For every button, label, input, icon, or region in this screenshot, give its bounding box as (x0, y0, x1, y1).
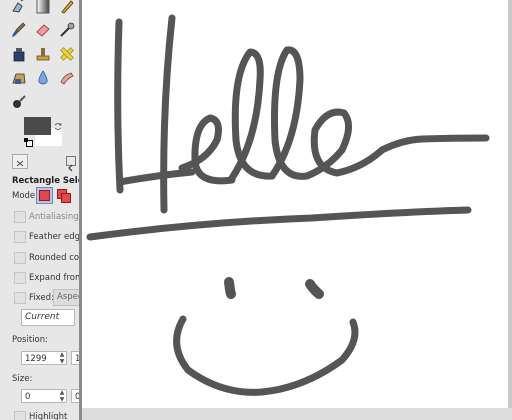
foreground-color-swatch[interactable] (24, 117, 51, 135)
antialiasing-label: Antialiasing (29, 212, 79, 222)
dodge-burn-icon[interactable] (9, 92, 29, 112)
letter-h-left-stroke (114, 18, 124, 194)
letter-l2 (268, 46, 311, 180)
smiley-mouth (173, 315, 359, 396)
clone-icon[interactable] (33, 44, 53, 64)
feather-edges-checkbox[interactable] (14, 231, 26, 243)
vertical-scrollbar[interactable] (508, 0, 512, 408)
underline (86, 206, 472, 241)
blur-icon[interactable] (33, 68, 53, 88)
smiley-right-eye (305, 279, 324, 299)
fixed-label: Fixed: (29, 293, 54, 303)
letter-h-right-stroke (160, 14, 176, 214)
expand-from-center-label: Expand from center (29, 273, 79, 283)
letter-l1 (228, 48, 276, 182)
letter-o (303, 108, 490, 180)
airbrush-icon[interactable] (57, 20, 77, 40)
smiley-left-eye (224, 277, 236, 299)
position-x-spin-arrows[interactable]: ▲ ▼ (58, 351, 66, 365)
letter-h-crossbar (116, 168, 196, 186)
fixed-checkbox[interactable] (14, 292, 26, 304)
canvas-area[interactable] (82, 0, 512, 420)
swap-colors-icon[interactable] (54, 116, 63, 130)
position-y-field[interactable]: 1 (71, 351, 79, 365)
rounded-corners-checkbox[interactable] (14, 252, 26, 264)
panel-menu-icon[interactable] (66, 156, 76, 172)
hello-drawing (86, 14, 490, 396)
paintbrush-icon[interactable] (9, 20, 29, 40)
toolbox-panel: Rectangle Select Mode: Antialiasing Feat… (0, 0, 79, 420)
ink-icon[interactable] (9, 44, 29, 64)
image-canvas[interactable] (82, 0, 508, 408)
position-label: Position: (12, 335, 48, 345)
size-height-field[interactable]: 0 (71, 389, 79, 403)
expand-from-center-checkbox[interactable] (14, 272, 26, 284)
feather-edges-label: Feather edges (29, 232, 79, 242)
smudge-icon[interactable] (57, 68, 77, 88)
rounded-corners-label: Rounded corners (29, 253, 79, 263)
blend-icon[interactable] (33, 0, 53, 16)
highlight-checkbox[interactable] (14, 411, 26, 420)
current-ratio-field[interactable]: Current (21, 309, 75, 326)
default-colors-icon[interactable] (24, 138, 33, 147)
highlight-label: Highlight (29, 412, 68, 420)
pencil-icon[interactable] (57, 0, 77, 16)
heal-icon[interactable] (57, 44, 77, 64)
fixed-dropdown[interactable]: Aspect ratio (53, 289, 79, 306)
mode-label: Mode: (12, 191, 39, 201)
restore-panel-icon[interactable] (12, 154, 28, 169)
size-label: Size: (12, 374, 33, 384)
size-width-spin-arrows[interactable]: ▲ ▼ (58, 389, 66, 403)
perspective-clone-icon[interactable] (9, 68, 29, 88)
eraser-icon[interactable] (33, 20, 53, 40)
mode-replace-button[interactable] (36, 187, 53, 204)
antialiasing-checkbox[interactable] (14, 211, 26, 223)
fuzzy-select-icon[interactable] (9, 0, 29, 16)
tool-options-title: Rectangle Select (12, 176, 79, 186)
horizontal-scrollbar[interactable] (82, 408, 512, 420)
mode-add-button[interactable] (57, 189, 71, 203)
